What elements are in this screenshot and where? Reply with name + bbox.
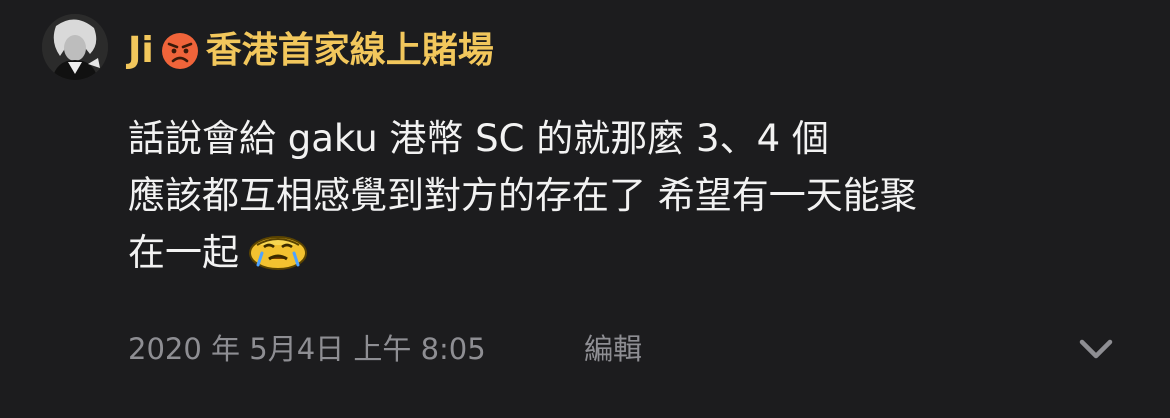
comment-line-with-emoticon: 在一起 <box>128 224 1138 281</box>
angry-face-icon <box>161 33 198 69</box>
comment-timestamp: 2020 年 5月4日 上午 8:05 <box>128 332 486 366</box>
comment-line: 在一起 <box>128 231 239 274</box>
avatar-image <box>42 14 108 80</box>
avatar[interactable] <box>42 14 108 80</box>
chevron-down-icon[interactable] <box>1076 332 1116 366</box>
crying-face-icon <box>249 236 307 270</box>
author-name-text: Ji <box>128 30 154 71</box>
comment-line: 應該都互相感覺到對方的存在了 希望有一天能聚 <box>128 174 917 217</box>
comment-line: 話說會給 gaku 港幣 SC 的就那麼 3、4 個 <box>128 117 829 160</box>
edit-button[interactable]: 編輯 <box>584 330 642 368</box>
comment-body: 話說會給 gaku 港幣 SC 的就那麼 3、4 個 應該都互相感覺到對方的存在… <box>128 110 1138 281</box>
author-name[interactable]: Ji 香港首家線上賭場 <box>128 28 494 74</box>
author-name-suffix: 香港首家線上賭場 <box>205 30 494 71</box>
